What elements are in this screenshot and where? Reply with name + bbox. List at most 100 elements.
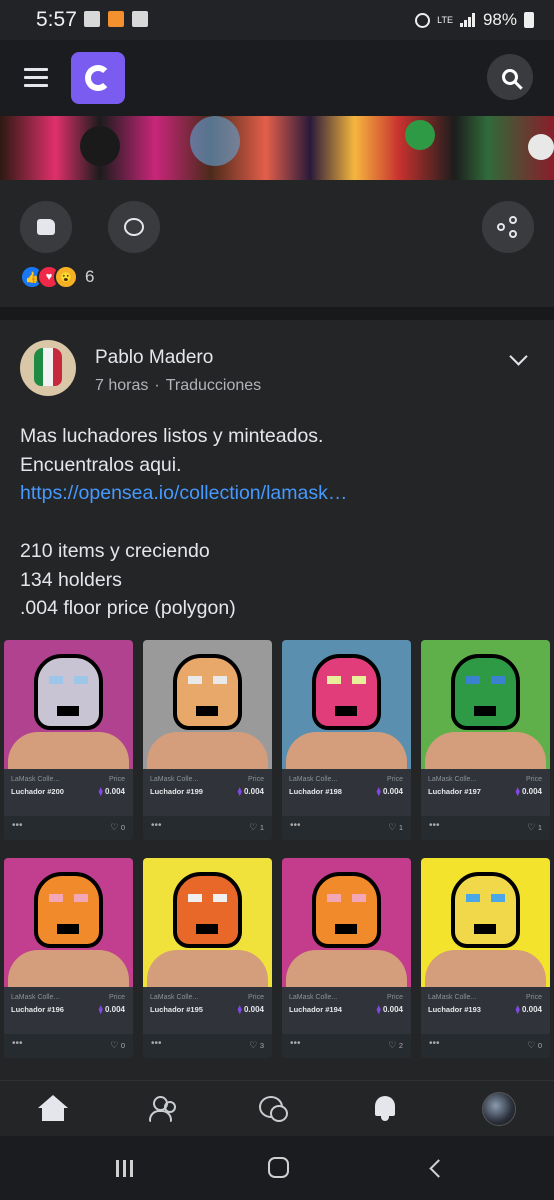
nft-eye [352, 676, 366, 684]
nft-card[interactable]: LaMask Colle... Price Luchador #200 0.00… [4, 640, 133, 840]
nft-card[interactable]: LaMask Colle... Price Luchador #199 0.00… [143, 640, 272, 840]
back-icon[interactable] [429, 1159, 448, 1178]
more-options-icon[interactable]: ••• [151, 1038, 162, 1049]
nft-artwork[interactable] [4, 858, 133, 987]
share-button[interactable] [482, 201, 534, 253]
battery-percent: 98% [482, 10, 517, 29]
groups-chat-icon[interactable] [259, 1096, 288, 1122]
more-options-icon[interactable]: ••• [290, 1038, 301, 1049]
nft-price: 0.004 [516, 787, 542, 796]
friends-icon[interactable] [147, 1096, 177, 1122]
nft-name[interactable]: Luchador #197 [428, 787, 481, 796]
nft-card[interactable]: LaMask Colle... Price Luchador #193 0.00… [421, 858, 550, 1058]
nft-name[interactable]: Luchador #198 [289, 787, 342, 796]
nft-name[interactable]: Luchador #194 [289, 1005, 342, 1014]
author-avatar[interactable] [20, 340, 76, 396]
nft-likes[interactable]: 1 [527, 822, 542, 833]
more-options-icon[interactable]: ••• [151, 820, 162, 831]
nft-collection: LaMask Colle... [150, 994, 199, 1001]
nft-price: 0.004 [377, 787, 403, 796]
thumbs-up-icon [37, 219, 55, 235]
translate-link[interactable]: Traducciones [166, 377, 261, 395]
status-indicators: LTE 98% [415, 10, 534, 30]
home-icon[interactable] [38, 1095, 68, 1121]
search-button[interactable] [487, 54, 533, 100]
nft-footer: ••• 3 [143, 1034, 272, 1058]
like-button[interactable] [20, 201, 72, 253]
more-options-icon[interactable]: ••• [12, 1038, 23, 1049]
nft-footer: ••• 1 [282, 816, 411, 840]
more-options-icon[interactable]: ••• [429, 1038, 440, 1049]
nft-card[interactable]: LaMask Colle... Price Luchador #197 0.00… [421, 640, 550, 840]
nft-info: LaMask Colle... Price Luchador #194 0.00… [282, 987, 411, 1034]
nft-artwork[interactable] [143, 640, 272, 769]
nft-mask [312, 654, 381, 730]
nft-name[interactable]: Luchador #199 [150, 787, 203, 796]
nft-price-label: Price [248, 776, 264, 783]
nft-likes[interactable]: 0 [110, 1040, 125, 1051]
comment-button[interactable] [108, 201, 160, 253]
nft-body [286, 950, 407, 987]
nft-artwork[interactable] [421, 640, 550, 769]
app-notification-icon [108, 11, 124, 27]
nft-eye [327, 894, 341, 902]
nft-mouth [57, 706, 79, 716]
nft-body [147, 950, 268, 987]
profile-avatar[interactable] [482, 1092, 516, 1126]
nft-card[interactable]: LaMask Colle... Price Luchador #196 0.00… [4, 858, 133, 1058]
nft-likes[interactable]: 1 [388, 822, 403, 833]
app-logo[interactable] [71, 52, 125, 104]
nft-artwork[interactable] [282, 640, 411, 769]
nft-mouth [196, 706, 218, 716]
nft-card[interactable]: LaMask Colle... Price Luchador #195 0.00… [143, 858, 272, 1058]
reaction-summary[interactable]: 👍 ♥ 😮 6 [20, 265, 94, 289]
collection-link[interactable]: https://opensea.io/collection/lamask… [20, 479, 347, 508]
nft-artwork[interactable] [4, 640, 133, 769]
nft-name[interactable]: Luchador #200 [11, 787, 64, 796]
nft-footer: ••• 0 [4, 1034, 133, 1058]
nft-likes[interactable]: 3 [249, 1040, 264, 1051]
nft-card[interactable]: LaMask Colle... Price Luchador #194 0.00… [282, 858, 411, 1058]
nft-likes[interactable]: 0 [527, 1040, 542, 1051]
nft-eye [466, 676, 480, 684]
author-name[interactable]: Pablo Madero [95, 347, 213, 369]
more-options-icon[interactable]: ••• [12, 820, 23, 831]
post-image-banner[interactable] [0, 116, 554, 180]
nft-price: 0.004 [377, 1005, 403, 1014]
nft-collection: LaMask Colle... [428, 994, 477, 1001]
system-navigation-bar [0, 1136, 554, 1200]
nft-price-label: Price [387, 994, 403, 1001]
search-icon [502, 69, 518, 85]
nft-artwork[interactable] [282, 858, 411, 987]
nft-eye [188, 676, 202, 684]
nft-card[interactable]: LaMask Colle... Price Luchador #198 0.00… [282, 640, 411, 840]
nft-eye [327, 676, 341, 684]
menu-icon[interactable] [24, 68, 48, 92]
nft-likes[interactable]: 0 [110, 822, 125, 833]
nft-name[interactable]: Luchador #193 [428, 1005, 481, 1014]
nft-collection: LaMask Colle... [150, 776, 199, 783]
nft-likes[interactable]: 1 [249, 822, 264, 833]
reaction-count: 6 [85, 267, 95, 286]
wow-reaction-icon: 😮 [54, 265, 78, 289]
chevron-down-icon[interactable] [509, 347, 528, 366]
post-time[interactable]: 7 horas [95, 377, 148, 395]
nft-mask [451, 872, 520, 948]
nft-likes[interactable]: 2 [388, 1040, 403, 1051]
nft-price-label: Price [109, 776, 125, 783]
more-options-icon[interactable]: ••• [290, 820, 301, 831]
system-home-icon[interactable] [268, 1157, 289, 1178]
notifications-bell-icon[interactable] [373, 1094, 397, 1122]
nft-price: 0.004 [99, 787, 125, 796]
nft-price: 0.004 [238, 1005, 264, 1014]
nft-artwork[interactable] [143, 858, 272, 987]
nft-name[interactable]: Luchador #196 [11, 1005, 64, 1014]
battery-icon [524, 12, 534, 28]
nft-name[interactable]: Luchador #195 [150, 1005, 203, 1014]
nft-body [286, 732, 407, 769]
recent-apps-icon[interactable] [116, 1160, 134, 1177]
share-icon [497, 216, 519, 238]
more-options-icon[interactable]: ••• [429, 820, 440, 831]
nft-artwork[interactable] [421, 858, 550, 987]
signal-icon [459, 13, 476, 27]
